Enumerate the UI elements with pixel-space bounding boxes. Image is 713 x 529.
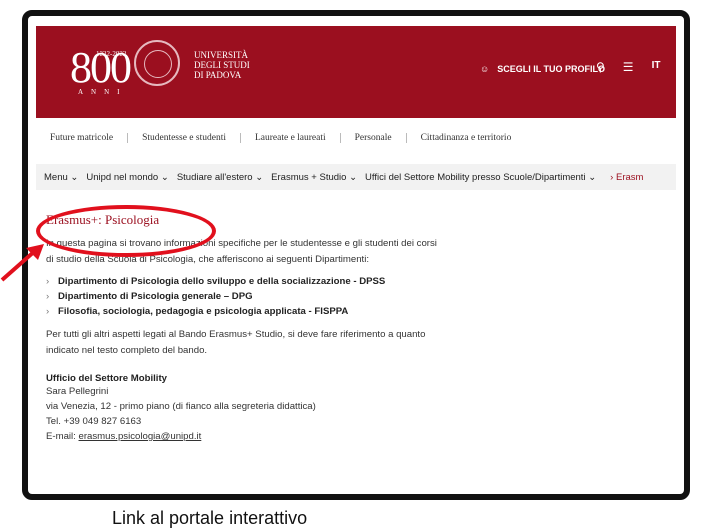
current-breadcrumb[interactable]: › Erasm (610, 172, 643, 183)
university-line-1: UNIVERSITÀ (194, 50, 248, 60)
menu-item[interactable]: Erasmus + Studio ⌄ (271, 172, 357, 183)
menu-item[interactable]: Uffici del Settore Mobility presso Scuol… (365, 172, 596, 183)
chevron-down-icon: ⌄ (349, 171, 358, 183)
audience-nav: Future matricole Studentesse e studenti … (36, 118, 676, 158)
university-line-2: DEGLI STUDI (194, 60, 250, 70)
menu-item[interactable]: Menu ⌄ (44, 172, 78, 183)
annotation-oval (36, 205, 216, 257)
university-line-3: DI PADOVA (194, 70, 242, 80)
profile-label: SCEGLI IL TUO PROFILO (497, 64, 606, 74)
contact-email-row: E-mail: erasmus.psicologia@unipd.it (46, 431, 202, 442)
logo-anni: ANNI (78, 88, 128, 96)
chevron-right-icon: › (46, 306, 50, 317)
list-item[interactable]: › Filosofia, sociologia, pedagogia e psic… (46, 304, 646, 319)
audience-nav-item[interactable]: Studentesse e studenti (128, 133, 241, 143)
audience-nav-item[interactable]: Personale (341, 133, 407, 143)
contact-address: via Venezia, 12 - primo piano (di fianco… (46, 401, 316, 412)
chevron-down-icon: ⌄ (160, 171, 169, 183)
profile-button[interactable]: ☺ SCEGLI IL TUO PROFILO (480, 64, 605, 74)
language-switch[interactable]: IT (652, 60, 661, 74)
audience-nav-item[interactable]: Cittadinanza e territorio (407, 133, 526, 143)
contact-phone: Tel. +39 049 827 6163 (46, 416, 142, 427)
anniversary-logo[interactable]: 1222-2022 800 ANNI (70, 42, 132, 96)
university-seal-icon (134, 40, 180, 86)
university-name[interactable]: UNIVERSITÀ DEGLI STUDI DI PADOVA (194, 50, 250, 80)
hamburger-menu-icon[interactable]: ☰ (623, 60, 634, 74)
chevron-down-icon: ⌄ (70, 171, 79, 183)
menu-item[interactable]: Unipd nel mondo ⌄ (86, 172, 168, 183)
site-header: 1222-2022 800 ANNI UNIVERSITÀ DEGLI STUD… (36, 26, 676, 118)
contact-name: Sara Pellegrini (46, 386, 109, 397)
list-item[interactable]: › Dipartimento di Psicologia dello svilup… (46, 274, 646, 289)
email-link[interactable]: erasmus.psicologia@unipd.it (79, 431, 202, 442)
list-item[interactable]: › Dipartimento di Psicologia generale – D… (46, 289, 646, 304)
annotation-arrow-icon (0, 244, 44, 282)
search-icon[interactable]: ⚲ (596, 60, 605, 74)
audience-nav-item[interactable]: Future matricole (36, 133, 129, 143)
logo-years: 1222-2022 (96, 50, 127, 58)
office-title: Ufficio del Settore Mobility (46, 373, 167, 384)
department-list: › Dipartimento di Psicologia dello svilup… (46, 274, 646, 319)
note-paragraph: Per tutti gli altri aspetti legati al Ba… (46, 329, 426, 356)
chevron-down-icon: ⌄ (588, 171, 597, 183)
chevron-down-icon: ⌄ (255, 171, 264, 183)
user-icon: ☺ (480, 64, 490, 74)
screenshot-frame: 1222-2022 800 ANNI UNIVERSITÀ DEGLI STUD… (0, 0, 713, 528)
breadcrumb-menu: Menu ⌄ Unipd nel mondo ⌄ Studiare all'es… (36, 164, 676, 190)
contact-block: Ufficio del Settore Mobility Sara Pelleg… (46, 373, 646, 444)
header-icons: ⚲ ☰ IT (596, 60, 660, 74)
menu-item[interactable]: Studiare all'estero ⌄ (177, 172, 263, 183)
audience-nav-item[interactable]: Laureate e laureati (241, 133, 341, 143)
chevron-right-icon: › (46, 291, 50, 302)
